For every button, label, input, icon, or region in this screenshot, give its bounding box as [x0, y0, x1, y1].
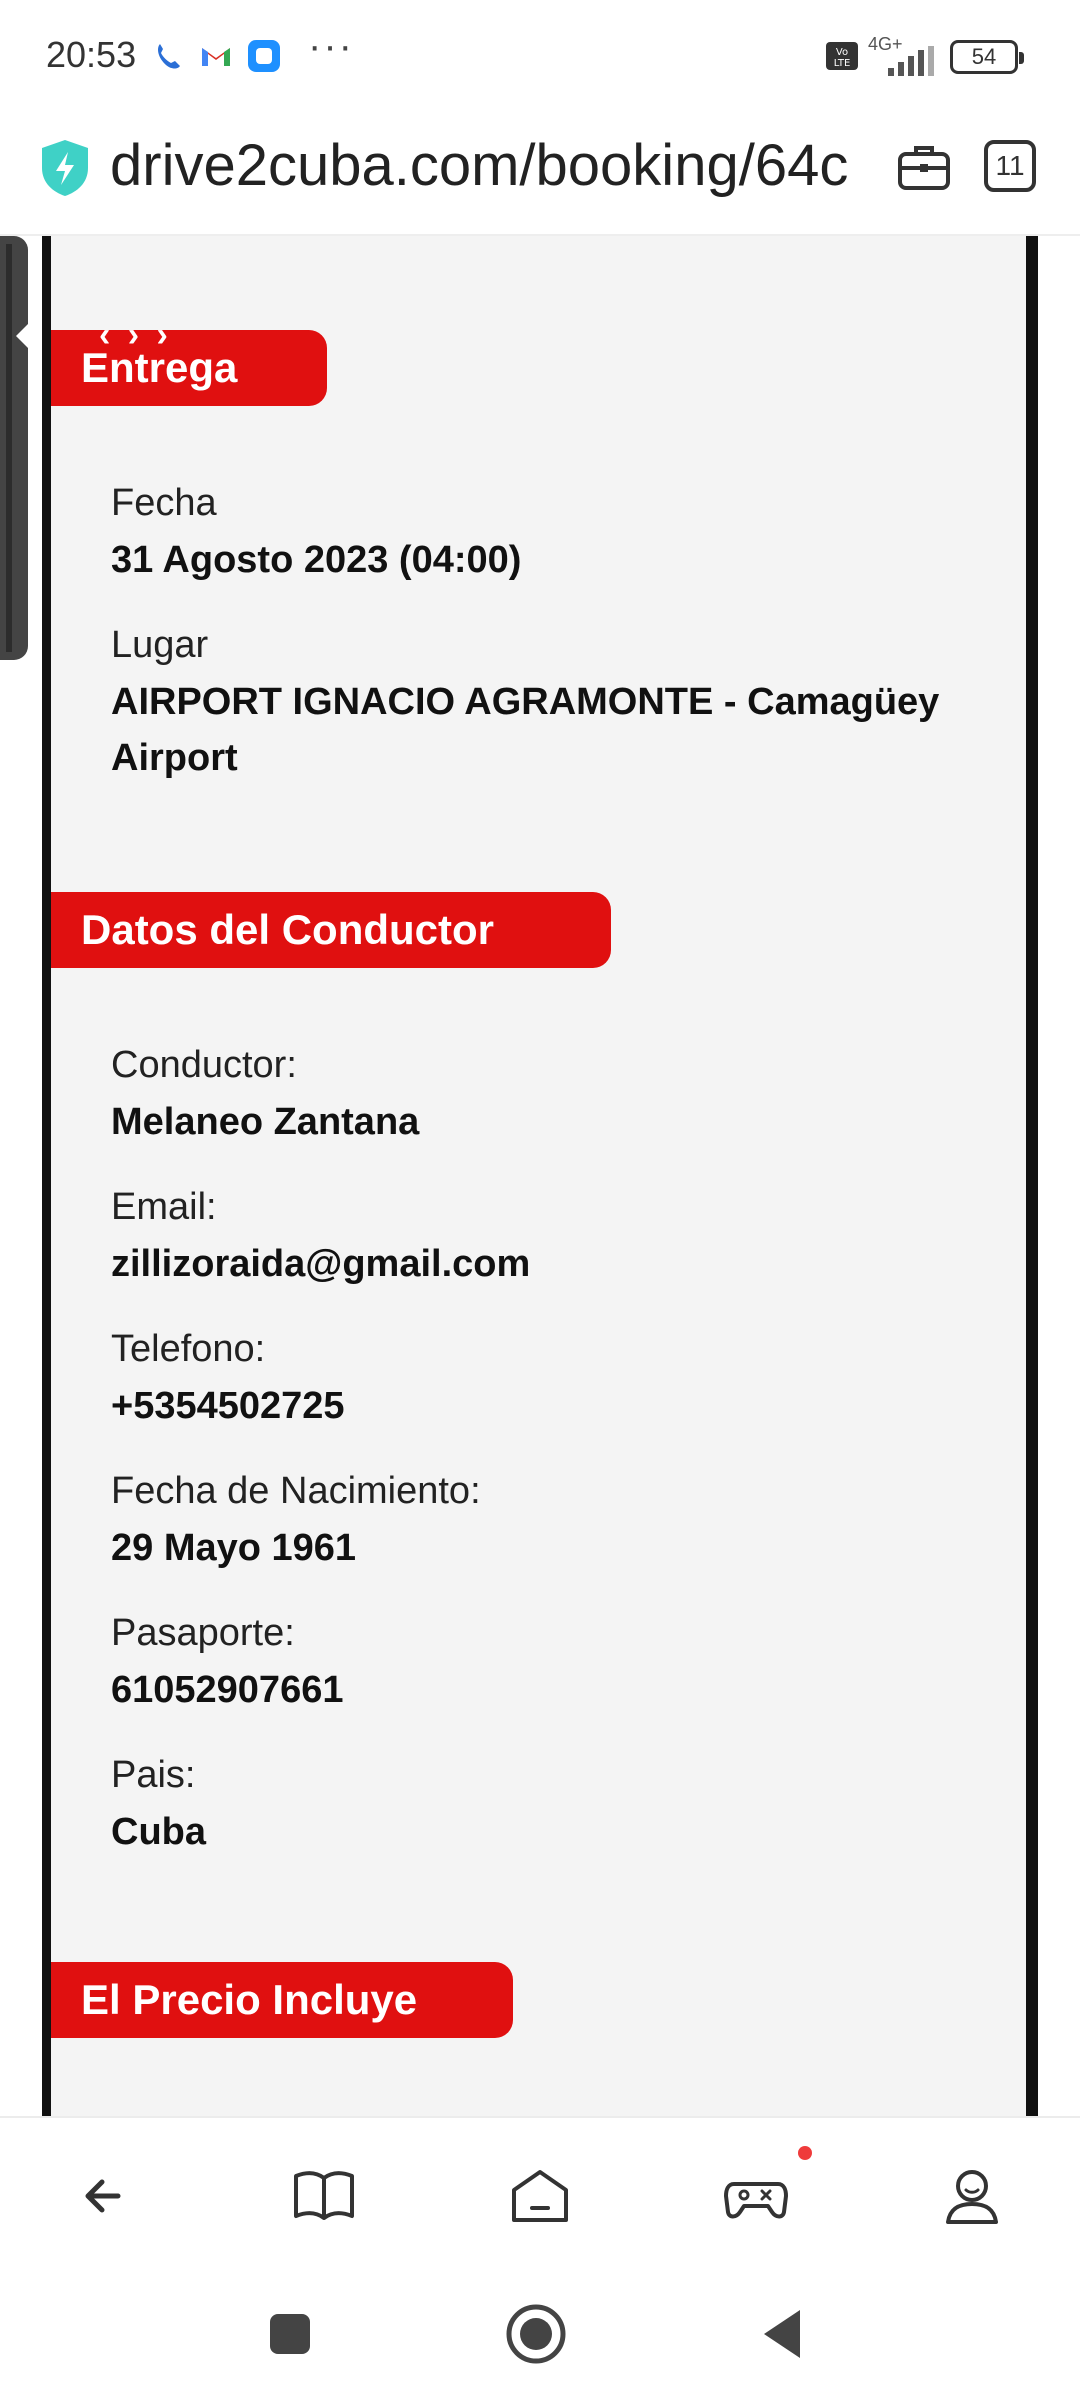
- more-notifications-icon: ···: [308, 24, 354, 68]
- section-header-entrega: Entrega: [51, 330, 327, 406]
- booking-card: Entrega ‹ › › Fecha 31 Agosto 2023 (04:0…: [42, 236, 1038, 2116]
- gmail-icon: [202, 48, 230, 66]
- url-field[interactable]: drive2cuba.com/booking/64c: [110, 132, 866, 199]
- signal-icon: [888, 46, 934, 76]
- home-icon[interactable]: [504, 2160, 576, 2232]
- svg-text:LTE: LTE: [834, 58, 851, 69]
- nacimiento-label: Fecha de Nacimiento:: [111, 1470, 481, 1512]
- back-triangle-icon[interactable]: [752, 2302, 816, 2366]
- lugar-label: Lugar: [111, 624, 209, 666]
- side-panel-handle[interactable]: [0, 236, 28, 660]
- profile-icon[interactable]: [936, 2160, 1008, 2232]
- section-header-precio: El Precio Incluye: [51, 1962, 513, 2038]
- app-notification-icon: [248, 40, 280, 72]
- book-icon[interactable]: [288, 2160, 360, 2232]
- notification-dot: [798, 2146, 812, 2160]
- pasaporte-value: 61052907661: [111, 1669, 344, 1711]
- pasaporte-label: Pasaporte:: [111, 1612, 295, 1654]
- svg-text:Vo: Vo: [836, 47, 848, 58]
- phone-icon: [158, 44, 180, 69]
- system-nav-bar: [0, 2276, 1080, 2400]
- status-bar: 20:53 ··· Vo LTE 4G+ 54: [0, 0, 1080, 110]
- pais-value: Cuba: [111, 1811, 206, 1853]
- recents-icon[interactable]: [258, 2302, 322, 2366]
- browser-bottom-nav: [0, 2116, 1080, 2276]
- toolbox-icon[interactable]: [896, 140, 952, 196]
- side-panel-arrow-icon: [16, 322, 30, 350]
- email-value: zillizoraida@gmail.com: [111, 1243, 531, 1285]
- status-time: 20:53: [46, 34, 137, 75]
- conductor-label: Conductor:: [111, 1044, 297, 1086]
- lugar-value: AIRPORT IGNACIO AGRAMONTE - Camagüey Air…: [111, 681, 940, 779]
- carousel-arrows-icon: ‹ › ›: [99, 316, 172, 354]
- back-arrow-icon[interactable]: [72, 2160, 144, 2232]
- conductor-value: Melaneo Zantana: [111, 1101, 420, 1143]
- secure-shield-icon[interactable]: [38, 138, 92, 198]
- telefono-value: +5354502725: [111, 1385, 345, 1427]
- pais-label: Pais:: [111, 1754, 196, 1796]
- battery-indicator: 54: [950, 40, 1024, 74]
- page-content: Entrega ‹ › › Fecha 31 Agosto 2023 (04:0…: [0, 236, 1080, 2116]
- fecha-label: Fecha: [111, 482, 217, 524]
- home-circle-icon[interactable]: [504, 2302, 568, 2366]
- browser-address-bar: drive2cuba.com/booking/64c 11: [0, 110, 1080, 236]
- volte-icon: Vo LTE: [826, 42, 858, 70]
- nacimiento-value: 29 Mayo 1961: [111, 1527, 357, 1569]
- telefono-label: Telefono:: [111, 1328, 266, 1370]
- fecha-value: 31 Agosto 2023 (04:00): [111, 539, 522, 581]
- tab-switcher-button[interactable]: 11: [984, 140, 1036, 192]
- email-label: Email:: [111, 1186, 217, 1228]
- section-header-conductor: Datos del Conductor: [51, 892, 611, 968]
- gamepad-icon[interactable]: [720, 2160, 792, 2232]
